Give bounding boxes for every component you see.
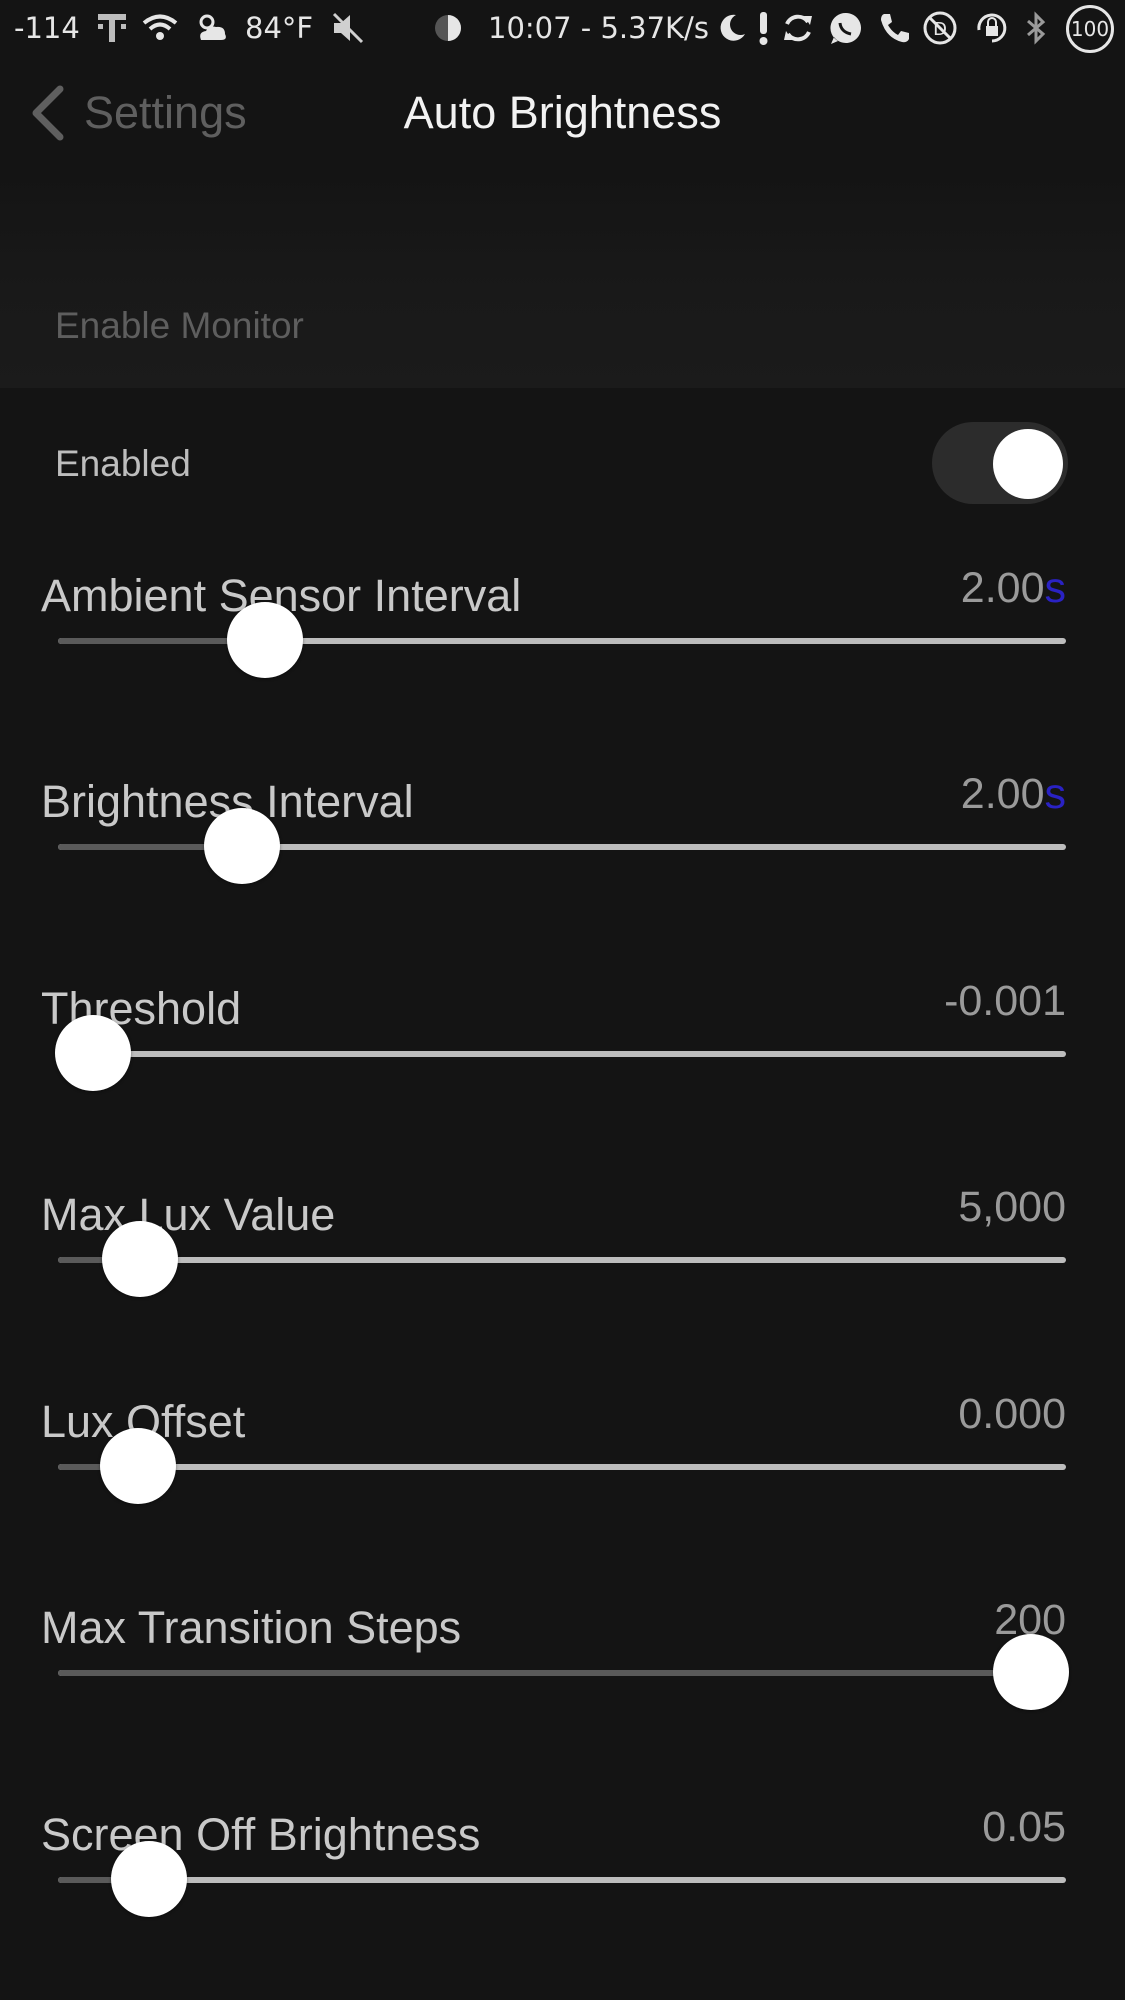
- slider-value: -0.001: [944, 973, 1066, 1029]
- enabled-toggle[interactable]: [932, 422, 1068, 504]
- slider-value-unit: s: [1044, 564, 1067, 612]
- slider-thumb[interactable]: [204, 808, 281, 884]
- weather-temp: 84°F: [245, 11, 314, 45]
- slider-thumb[interactable]: [992, 1634, 1069, 1710]
- slider-track[interactable]: [55, 1015, 1066, 1091]
- wifi-icon: [140, 8, 180, 48]
- weather-partly-cloudy-icon: [192, 8, 232, 48]
- slider-track[interactable]: [58, 1221, 1066, 1297]
- battery-indicator: 100: [1066, 5, 1114, 53]
- slider-thumb[interactable]: [55, 1015, 132, 1091]
- slider-label: Screen Off Brightness: [41, 1809, 481, 1860]
- mute-icon: [328, 8, 368, 48]
- slider-track[interactable]: [58, 1634, 1069, 1710]
- sync-icon: [778, 8, 818, 48]
- slider-value: 0.05: [982, 1799, 1066, 1855]
- phone-icon: [874, 8, 914, 48]
- slider-value-number: 0.05: [982, 1803, 1066, 1851]
- slider-value: 0.000: [958, 1386, 1066, 1442]
- nav-bar: Settings Auto Brightness: [0, 56, 1125, 170]
- slider-value-unit: s: [1044, 770, 1067, 818]
- slider-track[interactable]: [58, 602, 1066, 678]
- bluetooth-icon: [1016, 8, 1056, 48]
- slider-row-threshold: Threshold -0.001: [0, 953, 1125, 1159]
- slider-value-number: -0.001: [944, 977, 1066, 1025]
- status-bar: -114 84°F 10:07 - 5.37K/s D 100: [0, 0, 1125, 56]
- whatsapp-icon: [826, 8, 866, 48]
- slider-thumb[interactable]: [101, 1221, 178, 1297]
- no-data-icon: D: [920, 8, 960, 48]
- slider-thumb[interactable]: [110, 1841, 187, 1917]
- enabled-label: Enabled: [55, 443, 191, 484]
- slider-row-lux-offset: Lux Offset 0.000: [0, 1366, 1125, 1572]
- section-header: Enable Monitor: [0, 170, 1125, 388]
- slider-track[interactable]: [58, 1841, 1066, 1917]
- slider-thumb[interactable]: [99, 1428, 176, 1504]
- slider-thumb[interactable]: [226, 602, 303, 678]
- time-and-speed: 10:07 - 5.37K/s: [488, 11, 709, 45]
- page-title: Auto Brightness: [403, 87, 722, 138]
- slider-row-max-transition-steps: Max Transition Steps 200: [0, 1572, 1125, 1778]
- slider-value-number: 5,000: [958, 1183, 1066, 1231]
- slider-value-number: 2.00: [960, 564, 1045, 612]
- section-header-label: Enable Monitor: [55, 305, 304, 346]
- slider-value: 2.00s: [961, 766, 1066, 822]
- slider-row-screen-off-brightness: Screen Off Brightness 0.05: [0, 1779, 1125, 1985]
- slider-row-max-lux-value: Max Lux Value 5,000: [0, 1159, 1125, 1365]
- toggle-knob: [993, 429, 1063, 499]
- enabled-row: Enabled: [0, 388, 1125, 540]
- slider-label: Max Transition Steps: [41, 1602, 462, 1653]
- slider-value-number: 0.000: [958, 1390, 1066, 1438]
- slider-value: 5,000: [958, 1179, 1066, 1235]
- moon-phase-icon: [428, 8, 468, 48]
- slider-row-brightness-interval: Brightness Interval 2.00s: [0, 746, 1125, 952]
- slider-fill: [58, 1670, 1031, 1676]
- slider-value-number: 2.00: [960, 770, 1045, 818]
- signal-strength: -114: [14, 11, 80, 45]
- slider-track[interactable]: [58, 808, 1066, 884]
- slider-label: Max Lux Value: [41, 1189, 336, 1240]
- slider-row-ambient-sensor-interval: Ambient Sensor Interval 2.00s: [0, 540, 1125, 746]
- slider-value: 2.00s: [961, 560, 1066, 616]
- t-mobile-icon: [92, 8, 132, 48]
- slider-track[interactable]: [58, 1428, 1066, 1504]
- rotation-lock-icon: [972, 8, 1012, 48]
